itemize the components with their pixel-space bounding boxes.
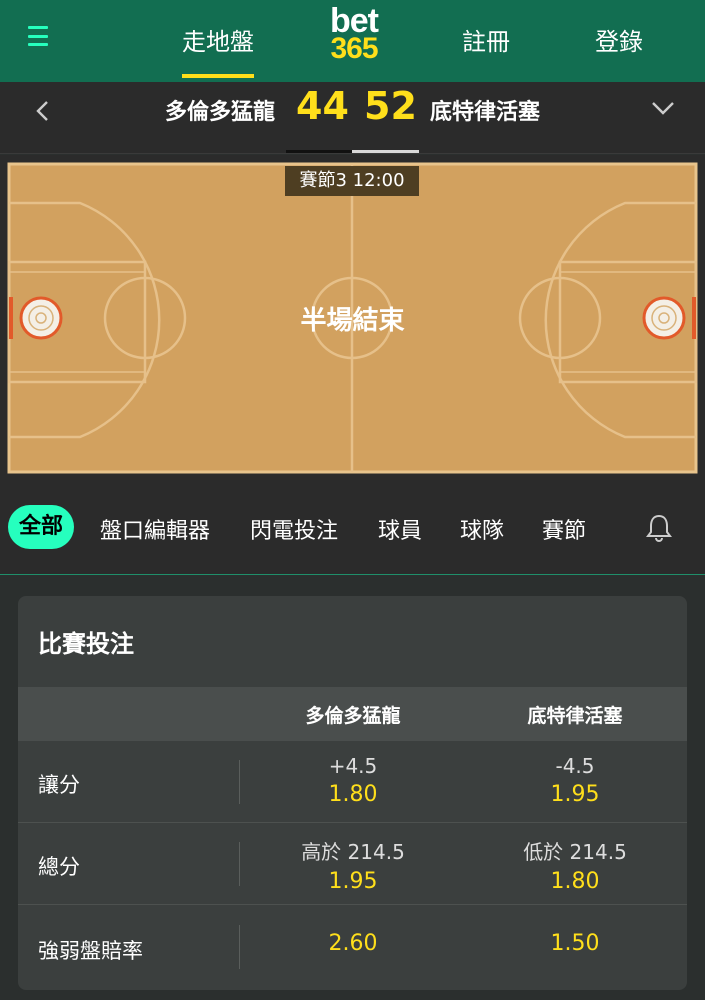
odds-button-home[interactable]: 2.60 [243, 905, 463, 987]
odds-value: 1.80 [550, 869, 600, 894]
match-bets-panel: 比賽投注 多倫多猛龍 底特律活塞 讓分 +4.5 1.80 -4.5 1.95 … [18, 596, 687, 990]
tab-all[interactable]: 全部 [8, 505, 74, 549]
chevron-left-icon[interactable] [34, 100, 50, 122]
row-label: 總分 [38, 855, 80, 879]
row-divider [239, 760, 240, 804]
away-score: 52 [364, 84, 417, 128]
row-label: 強弱盤賠率 [38, 939, 143, 963]
tab-players[interactable]: 球員 [378, 513, 422, 545]
handicap-line: +4.5 [328, 754, 378, 778]
register-link[interactable]: 註冊 [462, 22, 510, 57]
table-row: 讓分 +4.5 1.80 -4.5 1.95 [18, 741, 687, 823]
top-header: 走地盤 bet 365 註冊 登錄 [0, 0, 705, 82]
odds-button-away[interactable]: 低於 214.5 1.80 [465, 823, 685, 905]
odds-button-home[interactable]: +4.5 1.80 [243, 741, 463, 823]
panel-title: 比賽投注 [38, 630, 134, 658]
page-indicator-active [352, 150, 419, 153]
odds-value: 1.50 [550, 931, 600, 956]
handicap-line: -4.5 [555, 754, 595, 778]
column-home: 多倫多猛龍 [305, 705, 401, 727]
column-away: 底特律活塞 [527, 705, 623, 727]
row-label: 讓分 [38, 773, 80, 797]
odds-value: 2.60 [328, 931, 378, 956]
page-indicator [286, 150, 352, 153]
tab-teams[interactable]: 球隊 [460, 513, 504, 545]
bell-icon[interactable] [645, 513, 673, 543]
home-score: 44 [296, 84, 349, 128]
odds-button-away[interactable]: 1.50 [465, 905, 685, 987]
chevron-down-icon[interactable] [650, 98, 676, 118]
home-team-name: 多倫多猛龍 [164, 100, 275, 125]
logo-text-365: 365 [330, 32, 378, 65]
table-row: 總分 高於 214.5 1.95 低於 214.5 1.80 [18, 823, 687, 905]
away-team-name: 底特律活塞 [430, 100, 541, 125]
scoreboard: 多倫多猛龍 44 52 底特律活塞 [0, 82, 705, 154]
odds-value: 1.95 [550, 782, 600, 807]
login-link[interactable]: 登錄 [595, 22, 643, 57]
handicap-line: 低於 214.5 [523, 840, 627, 864]
handicap-line: 高於 214.5 [301, 840, 405, 864]
row-divider [239, 925, 240, 969]
column-headers: 多倫多猛龍 底特律活塞 [18, 687, 687, 741]
row-divider [239, 842, 240, 886]
tab-periods[interactable]: 賽節 [542, 513, 586, 545]
odds-button-home[interactable]: 高於 214.5 1.95 [243, 823, 463, 905]
odds-button-away[interactable]: -4.5 1.95 [465, 741, 685, 823]
court-status-text: 半場結束 [300, 306, 405, 336]
tab-instant-bet[interactable]: 閃電投注 [250, 513, 338, 545]
odds-value: 1.80 [328, 782, 378, 807]
odds-value: 1.95 [328, 869, 378, 894]
tab-bet-builder[interactable]: 盤口編輯器 [100, 513, 210, 545]
hamburger-menu-icon[interactable] [28, 26, 48, 46]
bet365-logo[interactable]: bet 365 [318, 4, 390, 68]
table-row: 強弱盤賠率 2.60 1.50 [18, 905, 687, 987]
nav-in-play[interactable]: 走地盤 [182, 22, 254, 78]
period-clock-badge: 賽節3 12:00 [285, 166, 419, 196]
market-tabs: 全部 盤口編輯器 閃電投注 球員 球隊 賽節 [0, 485, 705, 575]
